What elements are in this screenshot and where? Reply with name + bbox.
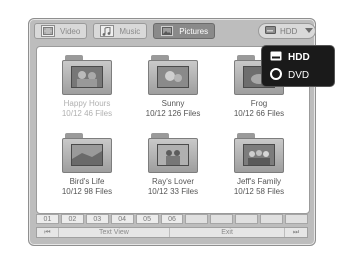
folder-count: 10/12 126 Files [145, 109, 201, 118]
previous-button[interactable]: ⏮ [37, 228, 59, 237]
tab-music-label: Music [119, 26, 141, 36]
tab-music[interactable]: Music [93, 23, 148, 39]
folder-item[interactable]: Sunny 10/12 126 Files [133, 55, 213, 119]
page-button[interactable]: 03 [85, 214, 109, 224]
hdd-icon [270, 51, 282, 64]
thumbnail [157, 66, 189, 88]
page-slot [185, 214, 209, 224]
dropdown-item-dvd[interactable]: DVD [270, 67, 309, 83]
screen: Video Music Pictures HDD Happy Hours 10/… [0, 0, 337, 259]
folder-count: 10/12 98 Files [61, 187, 113, 196]
tab-pictures-label: Pictures [179, 26, 209, 36]
chevron-down-icon [305, 27, 314, 36]
folder-item[interactable]: Ray's Lover 10/12 33 Files [133, 133, 213, 197]
folder-count: 10/12 46 Files [61, 109, 113, 118]
folder-name: Sunny [161, 99, 185, 108]
source-selector[interactable]: HDD [258, 23, 316, 39]
exit-button[interactable]: Exit [170, 228, 286, 237]
folder-count: 10/12 58 Files [233, 187, 285, 196]
hdd-icon [265, 26, 276, 36]
thumbnail [243, 144, 275, 166]
folder-icon [148, 55, 198, 95]
dvd-icon [270, 67, 282, 83]
folder-icon [234, 133, 284, 173]
source-dropdown: HDD DVD [262, 46, 334, 86]
page-button[interactable]: 01 [36, 214, 59, 224]
page-button[interactable]: 06 [160, 214, 184, 224]
dropdown-item-hdd-label: HDD [288, 51, 310, 63]
page-button[interactable]: 02 [60, 214, 84, 224]
folder-name: Frog [250, 99, 268, 108]
thumbnail [71, 66, 103, 88]
tab-pictures[interactable]: Pictures [153, 23, 216, 39]
pictures-icon [160, 25, 175, 37]
bottom-toolbar: ⏮ Text View Exit ⏭ [36, 227, 308, 238]
thumbnail [71, 144, 103, 166]
thumbnail [157, 144, 189, 166]
page-slot [210, 214, 234, 224]
video-icon [41, 25, 55, 37]
page-button[interactable]: 05 [135, 214, 159, 224]
folder-icon [62, 133, 112, 173]
source-selector-label: HDD [280, 26, 298, 36]
folder-name: Happy Hours [63, 99, 111, 108]
folder-icon [62, 55, 112, 95]
tab-video[interactable]: Video [34, 23, 88, 39]
tab-video-label: Video [60, 26, 81, 36]
dropdown-item-dvd-label: DVD [288, 69, 310, 81]
folder-item[interactable]: Jeff's Family 10/12 58 Files [219, 133, 299, 197]
media-tabs: Video Music Pictures [34, 23, 216, 41]
folder-count: 10/12 33 Files [147, 187, 199, 196]
page-button[interactable]: 04 [110, 214, 134, 224]
page-selector: 01 02 03 04 05 06 [36, 214, 308, 225]
page-slot [285, 214, 308, 224]
folder-name: Ray's Lover [152, 177, 194, 186]
folder-item[interactable]: Bird's Life 10/12 98 Files [47, 133, 127, 197]
next-button[interactable]: ⏭ [285, 228, 307, 237]
page-slot [260, 214, 284, 224]
folder-name: Bird's Life [69, 177, 105, 186]
folder-name: Jeff's Family [236, 177, 282, 186]
music-icon [100, 25, 115, 37]
folder-item[interactable]: Happy Hours 10/12 46 Files [47, 55, 127, 119]
folder-count: 10/12 66 Files [233, 109, 285, 118]
page-slot [235, 214, 259, 224]
text-view-button[interactable]: Text View [59, 228, 171, 237]
dropdown-item-hdd[interactable]: HDD [270, 49, 310, 65]
folder-icon [148, 133, 198, 173]
